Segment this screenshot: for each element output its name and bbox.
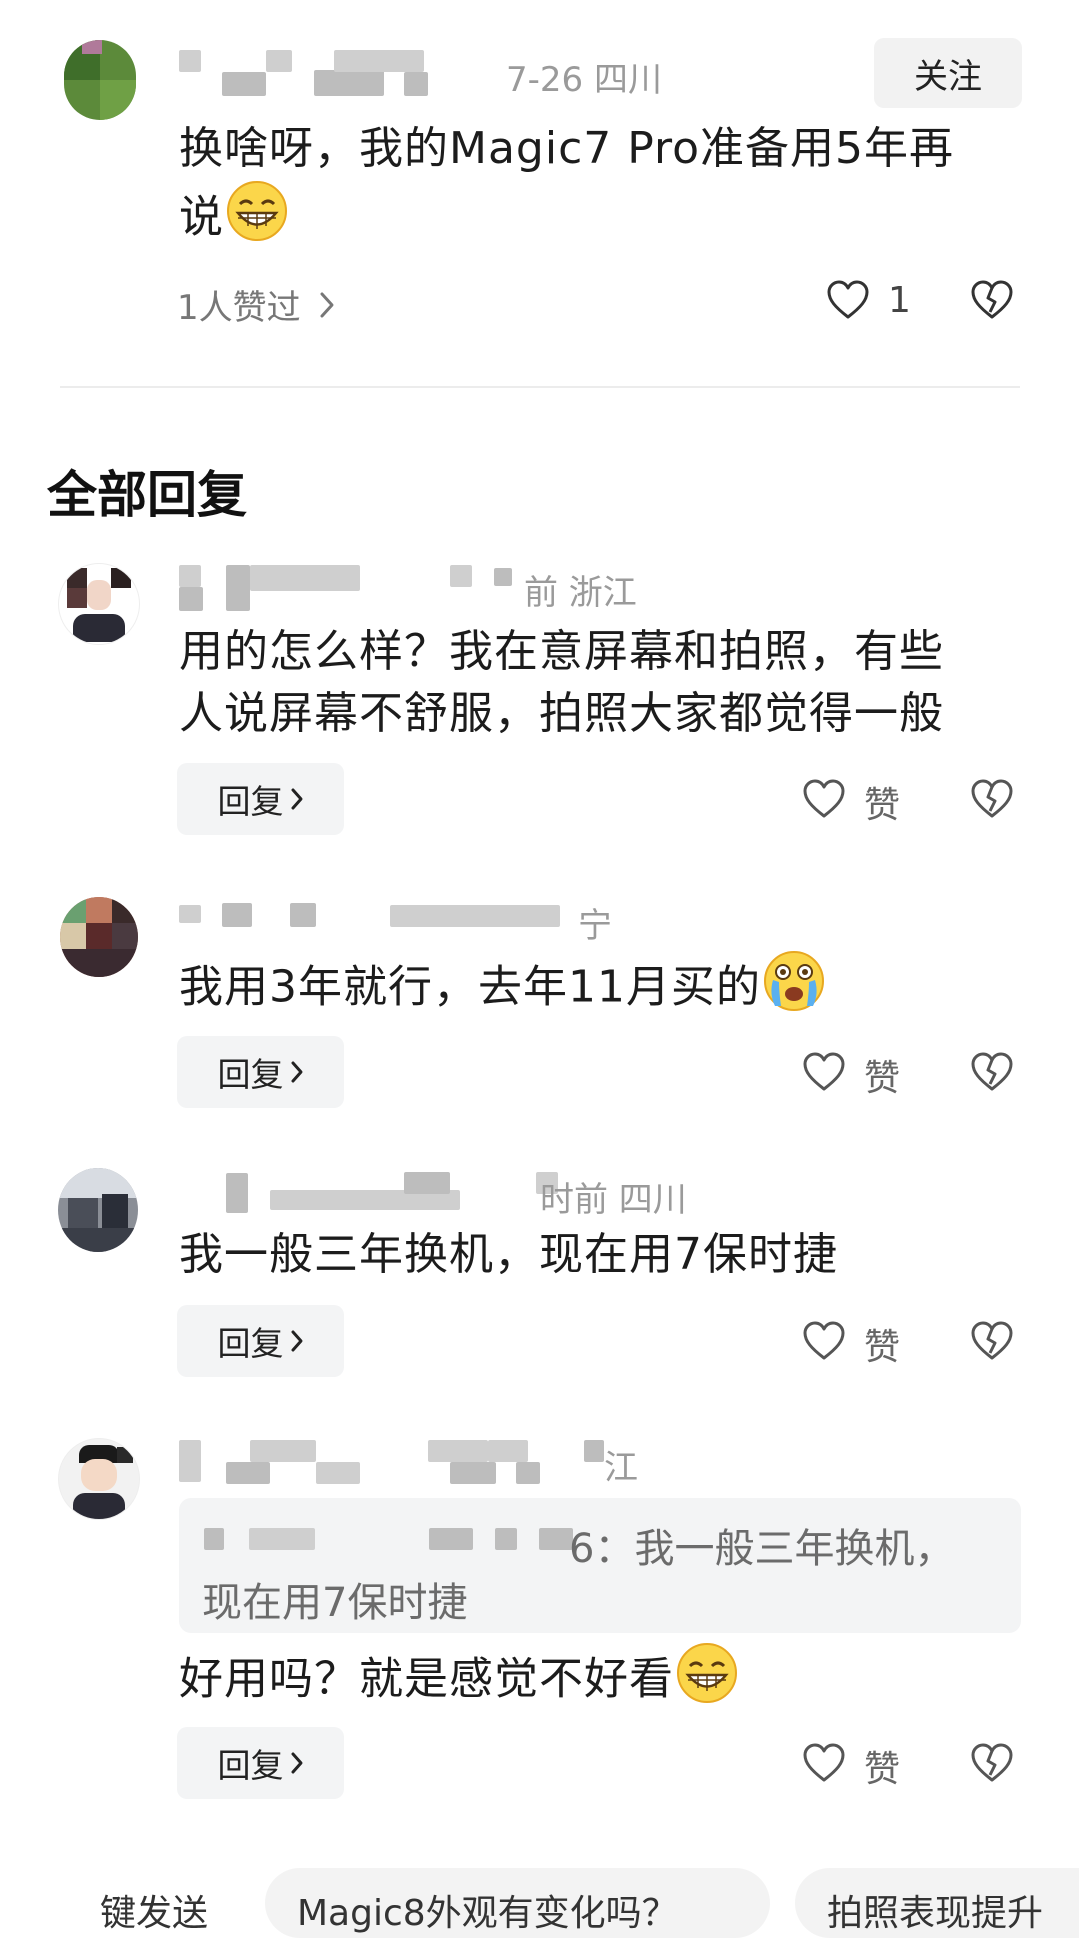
reply-label: 回复: [217, 1746, 284, 1785]
chevron-right-icon: [290, 1751, 304, 1775]
comment-content: 我用3年就行，去年11月买的: [179, 950, 827, 1029]
like-count: 1: [888, 280, 911, 321]
comment-meta: 前 浙江: [524, 573, 637, 613]
reply-label: 回复: [217, 782, 284, 821]
comment-content: 我一般三年换机，现在用7保时捷: [179, 1229, 838, 1280]
reply-button[interactable]: 回复: [177, 1305, 344, 1377]
chevron-right-icon: [290, 1060, 304, 1084]
comment-content-line-with-emoji: 说: [179, 180, 954, 259]
comment-content-line: 用的怎么样？我在意屏幕和拍照，有些: [179, 626, 944, 677]
chevron-right-icon: [319, 291, 335, 319]
broken-heart-icon[interactable]: [970, 779, 1014, 819]
follow-button[interactable]: 关注: [874, 38, 1022, 108]
reply-button[interactable]: 回复: [177, 1727, 344, 1799]
crying-emoji-icon: [761, 950, 827, 1029]
suggestion-chip[interactable]: 拍照表现提升: [795, 1868, 1079, 1938]
divider: [60, 386, 1020, 388]
chevron-right-icon: [290, 1329, 304, 1353]
suggestion-chip[interactable]: Magic8外观有变化吗？: [265, 1868, 770, 1938]
heart-outline-icon[interactable]: [802, 1321, 846, 1361]
avatar[interactable]: [58, 563, 140, 645]
comment-meta: 江: [604, 1448, 638, 1488]
comment-content-line: 说: [179, 191, 224, 243]
section-title: 全部回复: [47, 466, 247, 524]
reply-label: 回复: [217, 1324, 284, 1363]
heart-outline-icon[interactable]: [802, 1052, 846, 1092]
avatar[interactable]: [58, 1438, 140, 1520]
comment-content-text: 我用3年就行，去年11月买的: [179, 961, 761, 1013]
reply-button[interactable]: 回复: [177, 1036, 344, 1108]
like-label[interactable]: 赞: [864, 1318, 900, 1370]
comment-content-text: 好用吗？就是感觉不好看: [179, 1653, 674, 1705]
like-label[interactable]: 赞: [864, 1740, 900, 1792]
broken-heart-icon[interactable]: [970, 1321, 1014, 1361]
broken-heart-icon[interactable]: [970, 280, 1014, 320]
like-label[interactable]: 赞: [864, 1049, 900, 1101]
grinning-emoji-icon: [674, 1642, 740, 1721]
likers-text: 1人赞过: [177, 288, 301, 328]
avatar[interactable]: [60, 897, 138, 977]
chevron-right-icon: [290, 787, 304, 811]
reply-label: 回复: [217, 1055, 284, 1094]
comment-meta: 7-26 四川: [506, 60, 662, 100]
broken-heart-icon[interactable]: [970, 1052, 1014, 1092]
likers-link[interactable]: 1人赞过: [177, 280, 335, 329]
avatar[interactable]: [64, 40, 136, 120]
like-label[interactable]: 赞: [864, 776, 900, 828]
comment-meta: 时前 四川: [540, 1180, 687, 1220]
quote-text: 6：我一般三年换机，: [569, 1526, 955, 1572]
quote-text: 现在用7保时捷: [202, 1580, 468, 1626]
avatar[interactable]: [58, 1168, 138, 1252]
quoted-reply[interactable]: 6：我一般三年换机， 现在用7保时捷: [179, 1498, 1021, 1633]
grinning-emoji-icon: [224, 180, 290, 259]
comment-content: 用的怎么样？我在意屏幕和拍照，有些 人说屏幕不舒服，拍照大家都觉得一般: [179, 621, 944, 745]
broken-heart-icon[interactable]: [970, 1743, 1014, 1783]
heart-outline-icon[interactable]: [826, 280, 870, 320]
suggestion-chip[interactable]: 键发送: [72, 1868, 242, 1938]
comment-content: 好用吗？就是感觉不好看: [179, 1642, 740, 1721]
comment-meta: 宁: [578, 906, 612, 946]
comment-content-line: 换啥呀，我的Magic7 Pro准备用5年再: [179, 123, 955, 174]
heart-outline-icon[interactable]: [802, 779, 846, 819]
reply-button[interactable]: 回复: [177, 763, 344, 835]
comment-content-line: 人说屏幕不舒服，拍照大家都觉得一般: [179, 688, 944, 739]
comment-content: 换啥呀，我的Magic7 Pro准备用5年再 说: [179, 118, 954, 259]
heart-outline-icon[interactable]: [802, 1743, 846, 1783]
